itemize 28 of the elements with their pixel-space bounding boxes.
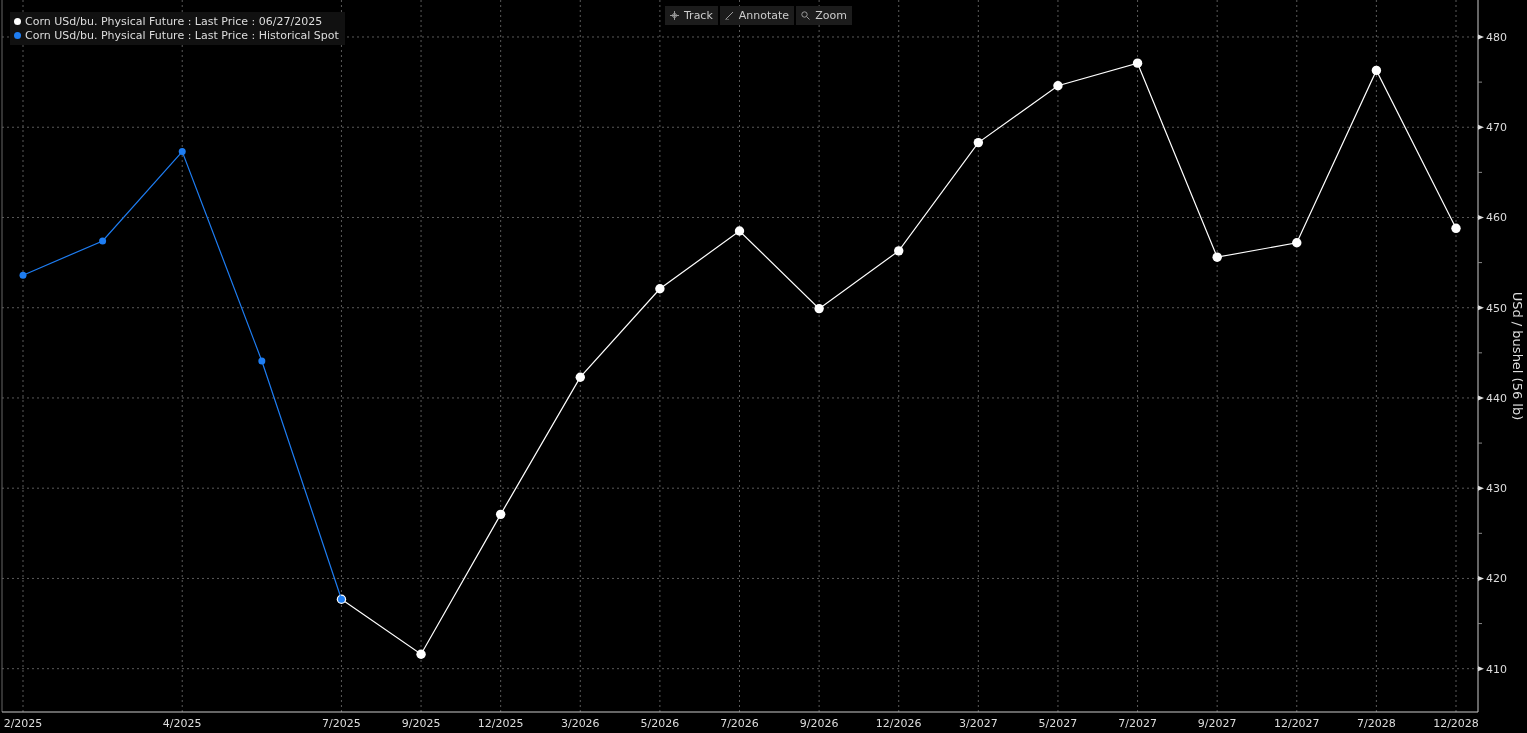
x-tick-label: 7/2028 bbox=[1357, 717, 1396, 730]
x-tick-label: 5/2026 bbox=[640, 717, 680, 730]
x-tick-label: 9/2027 bbox=[1197, 717, 1237, 730]
legend-label: Corn USd/bu. Physical Future : Last Price : 06/27/2025 bbox=[25, 15, 323, 28]
y-tick-label: 470 bbox=[1486, 121, 1507, 135]
x-tick-label: 7/2025 bbox=[322, 717, 361, 730]
x-tick-label: 12/2025 bbox=[477, 717, 524, 730]
y-tick-label: 410 bbox=[1486, 662, 1507, 676]
legend-label: Corn USd/bu. Physical Future : Last Price : Historical Spot bbox=[25, 29, 339, 42]
x-tick-label: 12/2028 bbox=[1433, 717, 1479, 730]
x-tick-label: 5/2027 bbox=[1038, 717, 1078, 730]
x-tick-label: 12/2026 bbox=[875, 717, 922, 730]
y-axis-title: USd / bushel (56 lb) bbox=[1510, 291, 1525, 421]
x-tick-label: 4/2025 bbox=[162, 717, 202, 730]
y-tick-label: 480 bbox=[1486, 31, 1507, 44]
x-tick-label: 3/2026 bbox=[560, 717, 600, 730]
y-tick-label: 460 bbox=[1486, 211, 1507, 225]
y-tick-label: 420 bbox=[1486, 572, 1507, 586]
y-tick-label: 450 bbox=[1486, 301, 1507, 315]
y-tick-label: 430 bbox=[1486, 482, 1507, 496]
x-tick-label: 9/2025 bbox=[401, 717, 441, 730]
x-tick-label: 7/2027 bbox=[1118, 717, 1157, 730]
y-tick-label: 440 bbox=[1486, 391, 1507, 405]
x-tick-label: 3/2027 bbox=[959, 717, 998, 730]
x-tick-label: 7/2026 bbox=[720, 717, 759, 730]
x-tick-label: 9/2026 bbox=[799, 717, 839, 730]
x-tick-label: 12/2027 bbox=[1273, 717, 1320, 730]
x-tick-label: 2/2025 bbox=[3, 717, 43, 730]
